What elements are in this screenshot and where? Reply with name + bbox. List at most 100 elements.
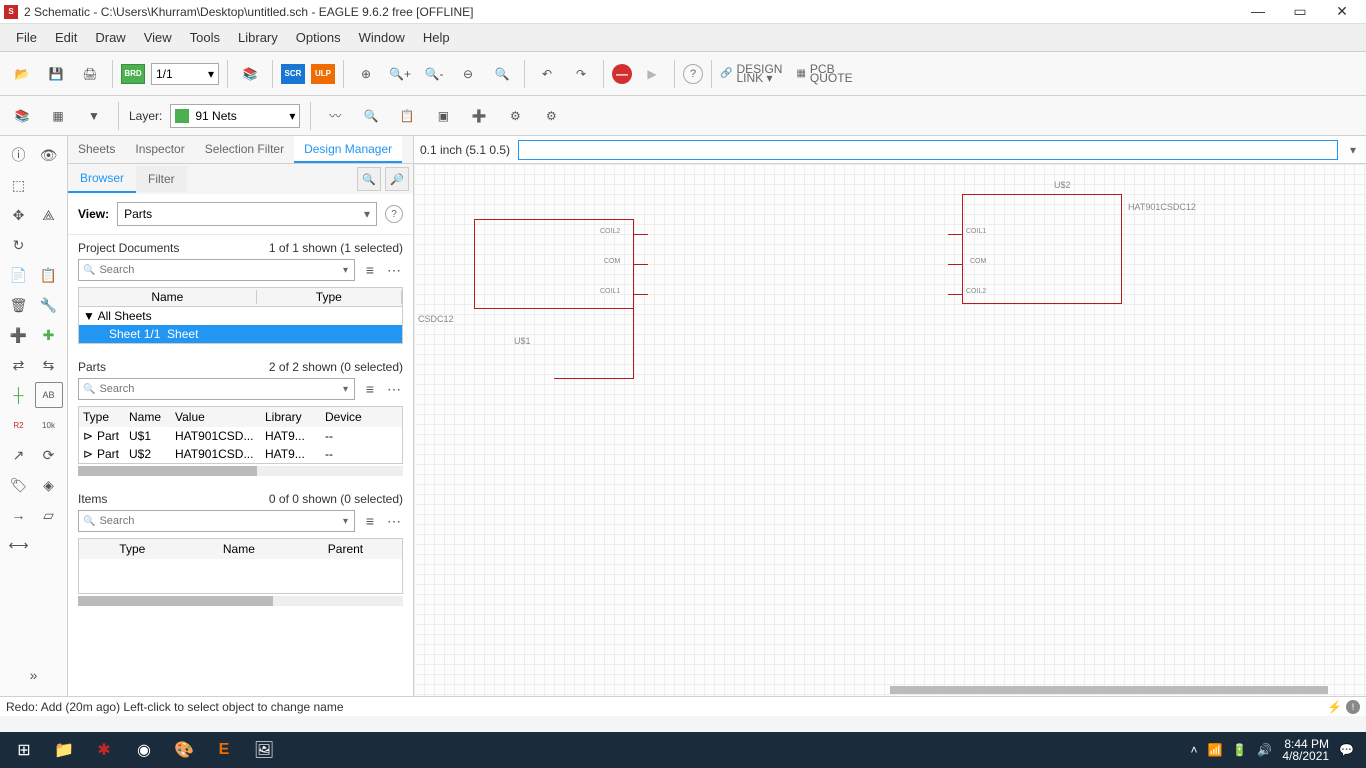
tray-notifications-icon[interactable]: 💬: [1339, 743, 1354, 757]
undo-icon[interactable]: ↶: [533, 60, 561, 88]
script-button[interactable]: SCR: [281, 64, 305, 84]
tray-chevron-icon[interactable]: ˄: [1190, 743, 1197, 757]
parts-more-icon[interactable]: ⋯: [385, 381, 403, 398]
attribute-tool-icon[interactable]: ◈: [35, 472, 63, 498]
print-icon[interactable]: 🖨: [76, 60, 104, 88]
smash-tool-icon[interactable]: 10k: [35, 412, 63, 438]
schematic-canvas[interactable]: U$1 CSDC12 COIL2 COM COIL1 U$2 HAT901CSD…: [414, 164, 1366, 696]
dimension-tool-icon[interactable]: ⟷: [5, 532, 33, 558]
pcb-quote-button[interactable]: PCB QUOTE: [810, 65, 853, 83]
items-scrollbar[interactable]: [78, 596, 403, 606]
open-icon[interactable]: 📂: [8, 60, 36, 88]
errors-icon[interactable]: ⚙: [537, 102, 565, 130]
menu-tools[interactable]: Tools: [182, 26, 228, 49]
taskbar-chrome-icon[interactable]: ◉: [124, 734, 164, 766]
notifications-badge[interactable]: !: [1346, 700, 1360, 714]
help-icon[interactable]: ?: [683, 64, 703, 84]
layer-selector[interactable]: 91 Nets ▾: [170, 104, 300, 128]
maximize-button[interactable]: ▭: [1288, 3, 1312, 20]
rotate-tool-icon[interactable]: ↻: [5, 232, 33, 258]
parts-search-input[interactable]: [78, 378, 355, 400]
stop-button[interactable]: —: [612, 64, 632, 84]
gateswap-tool-icon[interactable]: ⇄: [5, 352, 33, 378]
close-button[interactable]: ✕: [1330, 3, 1354, 20]
docs-list-options-icon[interactable]: ≡: [361, 262, 379, 278]
tray-battery-icon[interactable]: 🔋: [1232, 743, 1247, 757]
zoom-fit-icon[interactable]: ⊕: [352, 60, 380, 88]
menu-file[interactable]: File: [8, 26, 45, 49]
net-icon[interactable]: 〰: [321, 102, 349, 130]
taskbar-photos-icon[interactable]: 🖼: [244, 734, 284, 766]
expand-palette-icon[interactable]: »: [20, 662, 48, 688]
subtab-browser[interactable]: Browser: [68, 165, 136, 193]
docs-tree-row-selected[interactable]: Sheet 1/1 Sheet: [79, 325, 402, 343]
menu-view[interactable]: View: [136, 26, 180, 49]
command-input[interactable]: [518, 140, 1338, 160]
delete-tool-icon[interactable]: 🗑: [5, 292, 33, 318]
info-tool-icon[interactable]: ⓘ: [5, 142, 33, 168]
tray-volume-icon[interactable]: 🔊: [1257, 743, 1272, 757]
tab-selection-filter[interactable]: Selection Filter: [195, 136, 294, 163]
value-tool-icon[interactable]: R2: [5, 412, 33, 438]
view-selector[interactable]: Parts: [117, 202, 377, 226]
layers-icon[interactable]: 📚: [8, 102, 36, 130]
items-list-options-icon[interactable]: ≡: [361, 513, 379, 529]
items-search-input[interactable]: [78, 510, 355, 532]
command-dropdown-icon[interactable]: ▾: [1346, 143, 1360, 157]
taskbar-paint-icon[interactable]: 🎨: [164, 734, 204, 766]
bus-tool-icon[interactable]: ▱: [35, 502, 63, 528]
menu-window[interactable]: Window: [351, 26, 413, 49]
parts-list-options-icon[interactable]: ≡: [361, 381, 379, 397]
show-tool-icon[interactable]: 👁: [35, 142, 63, 168]
ulp-button[interactable]: ULP: [311, 64, 335, 84]
zoom-out-icon[interactable]: 🔍-: [420, 60, 448, 88]
zoom-selection-icon[interactable]: 🔎: [385, 167, 409, 191]
net-tool-icon[interactable]: ┼: [5, 382, 33, 408]
label-tool-icon[interactable]: 🏷: [5, 472, 33, 498]
sheet-selector[interactable]: 1/1▾: [151, 63, 219, 85]
go-button[interactable]: ▶: [638, 60, 666, 88]
save-icon[interactable]: 💾: [42, 60, 70, 88]
paste-tool-icon[interactable]: 📋: [35, 262, 63, 288]
tab-sheets[interactable]: Sheets: [68, 136, 125, 163]
filter-icon[interactable]: ▼: [80, 102, 108, 130]
design-link-button[interactable]: DESIGN LINK ▾: [736, 65, 782, 83]
parts-row[interactable]: ⊳ Part U$2 HAT901CSD... HAT9... --: [79, 445, 402, 463]
zoom-to-icon[interactable]: 🔍: [357, 167, 381, 191]
menu-library[interactable]: Library: [230, 26, 286, 49]
redo-icon[interactable]: ↷: [567, 60, 595, 88]
start-button[interactable]: ⊞: [4, 734, 44, 766]
zoom-select-icon[interactable]: 🔍: [488, 60, 516, 88]
mark-tool-icon[interactable]: ⬚: [5, 172, 33, 198]
paste-icon[interactable]: 📋: [393, 102, 421, 130]
taskbar-eagle-icon[interactable]: E: [204, 734, 244, 766]
name-tool-icon[interactable]: AB: [35, 382, 63, 408]
tray-wifi-icon[interactable]: 📶: [1207, 743, 1222, 757]
docs-search-input[interactable]: [78, 259, 355, 281]
taskbar-clock[interactable]: 8:44 PM 4/8/2021: [1282, 738, 1329, 762]
menu-draw[interactable]: Draw: [87, 26, 133, 49]
items-more-icon[interactable]: ⋯: [385, 513, 403, 530]
move-tool-icon[interactable]: ✥: [5, 202, 33, 228]
module-icon[interactable]: ▣: [429, 102, 457, 130]
probe-icon[interactable]: 🔍: [357, 102, 385, 130]
docs-tree-root[interactable]: ▼ All Sheets: [79, 307, 402, 325]
menu-help[interactable]: Help: [415, 26, 458, 49]
split-tool-icon[interactable]: ↗: [5, 442, 33, 468]
menu-edit[interactable]: Edit: [47, 26, 85, 49]
grid-icon[interactable]: ▦: [44, 102, 72, 130]
zoom-in-icon[interactable]: 🔍+: [386, 60, 414, 88]
tab-design-manager[interactable]: Design Manager: [294, 136, 402, 163]
library-manager-icon[interactable]: 📚: [236, 60, 264, 88]
erc-icon[interactable]: ⚙: [501, 102, 529, 130]
change-tool-icon[interactable]: 🔧: [35, 292, 63, 318]
replace-tool-icon[interactable]: ✚: [35, 322, 63, 348]
docs-more-icon[interactable]: ⋯: [385, 262, 403, 279]
parts-scrollbar[interactable]: [78, 466, 403, 476]
taskbar-app1-icon[interactable]: ✱: [84, 734, 124, 766]
add-part-icon[interactable]: ➕: [465, 102, 493, 130]
menu-options[interactable]: Options: [288, 26, 349, 49]
taskbar-explorer-icon[interactable]: 📁: [44, 734, 84, 766]
junction-tool-icon[interactable]: →: [5, 502, 33, 528]
parts-row[interactable]: ⊳ Part U$1 HAT901CSD... HAT9... --: [79, 427, 402, 445]
